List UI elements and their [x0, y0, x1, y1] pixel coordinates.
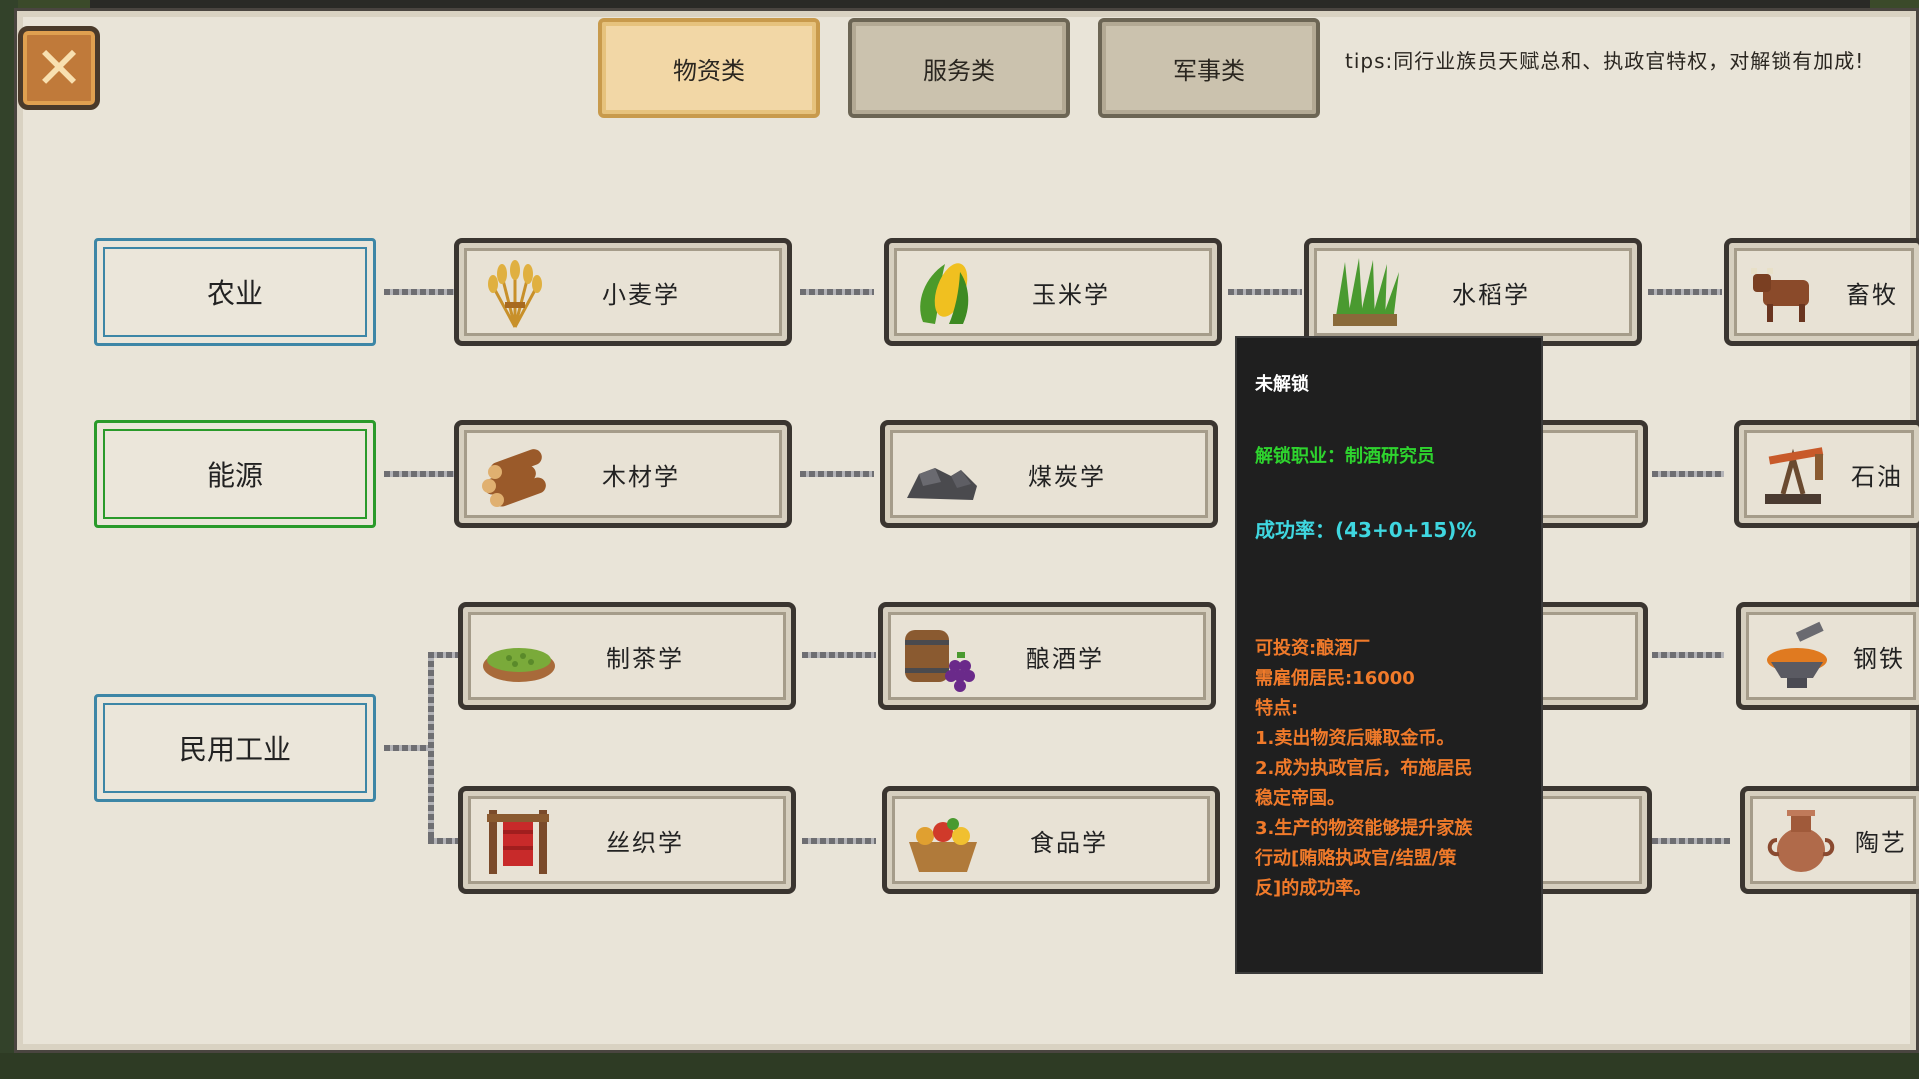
- tab-services[interactable]: 服务类: [848, 18, 1070, 118]
- tooltip-feature-1: 1.卖出物资后赚取金币。: [1255, 728, 1455, 749]
- category-label: 农业: [206, 277, 263, 310]
- tooltip-feature-3a: 3.生产的物资能够提升家族: [1255, 818, 1473, 839]
- node-label: 制茶学: [606, 644, 684, 673]
- tab-materials[interactable]: 物资类: [598, 18, 820, 118]
- corn-icon: [920, 263, 969, 324]
- tech-node-livestock[interactable]: 畜牧: [1724, 238, 1919, 346]
- connector: [802, 652, 876, 658]
- node-label: 石油: [1851, 462, 1903, 491]
- connector: [384, 471, 456, 477]
- node-label: 畜牧: [1846, 280, 1898, 309]
- connector: [1648, 289, 1722, 295]
- connector: [428, 652, 458, 658]
- wheat-icon: [488, 260, 542, 328]
- connector: [1652, 838, 1730, 844]
- coal-icon: [907, 468, 977, 500]
- node-label: 陶艺: [1855, 828, 1907, 857]
- tab-label: 服务类: [923, 56, 995, 85]
- tooltip-feature-2a: 2.成为执政官后，布施居民: [1255, 758, 1473, 779]
- tooltip-job: 解锁职业：制酒研究员: [1255, 446, 1435, 467]
- tab-label: 物资类: [673, 56, 745, 85]
- tech-node-wood[interactable]: 木材学: [454, 420, 792, 528]
- rice-icon: [1333, 258, 1399, 326]
- barrel-grape-icon: [905, 630, 975, 692]
- connector: [1652, 652, 1724, 658]
- close-button[interactable]: ✕: [18, 26, 100, 110]
- category-civil-industry[interactable]: 民用工业: [94, 694, 376, 802]
- tab-military[interactable]: 军事类: [1098, 18, 1320, 118]
- tech-node-corn[interactable]: 玉米学: [884, 238, 1222, 346]
- food-basket-icon: [909, 818, 977, 872]
- node-label: 丝织学: [606, 828, 684, 857]
- logs-icon: [482, 449, 546, 507]
- tooltip-feature-3c: 反]的成功率。: [1255, 878, 1372, 899]
- close-icon: ✕: [34, 34, 84, 102]
- category-agriculture[interactable]: 农业: [94, 238, 376, 346]
- connector-vertical: [428, 652, 434, 842]
- tea-bowl-icon: [483, 648, 555, 682]
- connector: [800, 471, 874, 477]
- tooltip-feature-3b: 行动[贿赂执政官/结盟/策: [1255, 848, 1457, 869]
- connector: [384, 745, 432, 751]
- tooltip-hire: 需雇佣居民:16000: [1255, 668, 1415, 689]
- tooltip-invest: 可投资:酿酒厂: [1255, 638, 1371, 659]
- anvil-icon: [1767, 621, 1827, 688]
- connector: [384, 289, 456, 295]
- tech-node-rice[interactable]: 水稻学: [1304, 238, 1642, 346]
- node-label: 水稻学: [1452, 280, 1530, 309]
- node-label: 食品学: [1030, 828, 1108, 857]
- tech-tooltip: 未解锁 解锁职业：制酒研究员 成功率：(43+0+15)% 可投资:酿酒厂 需雇…: [1235, 336, 1543, 974]
- tech-node-tea[interactable]: 制茶学: [458, 602, 796, 710]
- tips-text: tips:同行业族员天赋总和、执政官特权，对解锁有加成!: [1345, 49, 1865, 73]
- connector: [428, 838, 458, 844]
- bottom-frame-bar: [0, 1053, 1919, 1079]
- top-frame-bar: [90, 0, 1870, 8]
- oil-pump-icon: [1765, 447, 1824, 504]
- pottery-icon: [1767, 810, 1835, 872]
- tech-node-silk[interactable]: 丝织学: [458, 786, 796, 894]
- node-label: 酿酒学: [1026, 644, 1104, 673]
- node-label: 木材学: [602, 462, 680, 491]
- tooltip-success-rate: 成功率：(43+0+15)%: [1255, 518, 1477, 542]
- category-label: 民用工业: [178, 733, 291, 766]
- tooltip-feature-2b: 稳定帝国。: [1255, 788, 1345, 809]
- tech-node-pottery[interactable]: 陶艺: [1740, 786, 1919, 894]
- node-label: 钢铁: [1853, 644, 1905, 673]
- tech-node-food[interactable]: 食品学: [882, 786, 1220, 894]
- category-label: 能源: [206, 459, 263, 492]
- tech-node-oil[interactable]: 石油: [1734, 420, 1919, 528]
- loom-icon: [487, 810, 549, 874]
- connector: [800, 289, 874, 295]
- tooltip-status: 未解锁: [1255, 374, 1309, 395]
- tab-label: 军事类: [1173, 56, 1245, 85]
- category-energy[interactable]: 能源: [94, 420, 376, 528]
- tech-node-brewing[interactable]: 酿酒学: [878, 602, 1216, 710]
- node-label: 煤炭学: [1028, 462, 1106, 491]
- tech-node-wheat[interactable]: 小麦学: [454, 238, 792, 346]
- node-label: 小麦学: [602, 280, 680, 309]
- tech-tree-panel: [14, 8, 1919, 1053]
- tech-node-coal[interactable]: 煤炭学: [880, 420, 1218, 528]
- tech-node-steel[interactable]: 钢铁: [1736, 602, 1919, 710]
- connector: [802, 838, 876, 844]
- tooltip-feature-title: 特点:: [1255, 698, 1299, 719]
- connector: [1228, 289, 1302, 295]
- node-label: 玉米学: [1032, 280, 1110, 309]
- connector: [1652, 471, 1724, 477]
- cow-icon: [1751, 268, 1809, 322]
